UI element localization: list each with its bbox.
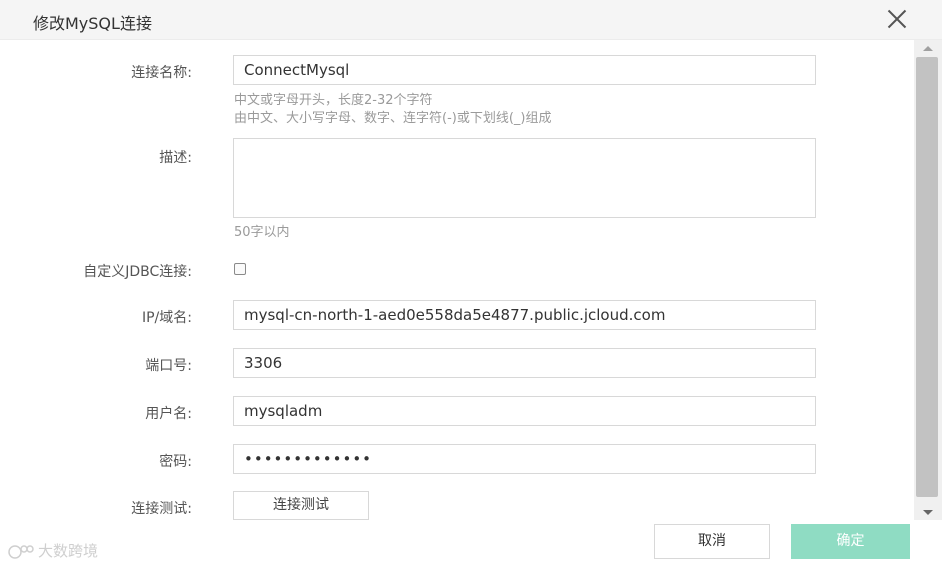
close-icon[interactable] [884,6,910,32]
test-connection-button[interactable]: 连接测试 [233,491,369,520]
dialog-footer: 大数跨境 取消 确定 [0,520,942,568]
description-hint: 50字以内 [234,225,290,240]
port-input[interactable]: 3306 [233,348,816,378]
connection-name-hint-1: 中文或字母开头，长度2-32个字符 [234,93,433,108]
connection-name-label: 连接名称: [131,65,192,81]
form-body: 连接名称: ConnectMysql 中文或字母开头，长度2-32个字符 由中文… [0,40,914,520]
host-label: IP/域名: [141,310,192,326]
connection-name-input[interactable]: ConnectMysql [233,55,816,85]
edit-mysql-connection-dialog: 修改MySQL连接 连接名称: ConnectMysql 中文或字母开头，长度2… [0,0,942,568]
password-input[interactable]: ••••••••••••• [233,444,816,474]
scroll-thumb[interactable] [916,57,938,497]
watermark: 大数跨境 [8,540,98,561]
watermark-text: 大数跨境 [38,542,99,560]
test-connection-label: 连接测试: [131,501,192,517]
cancel-button[interactable]: 取消 [654,524,770,559]
watermark-logo-icon [8,544,34,559]
scroll-up-arrow-icon[interactable] [923,46,933,51]
vertical-scrollbar[interactable] [914,40,942,520]
custom-jdbc-label: 自定义JDBC连接: [83,264,192,280]
description-textarea[interactable] [233,138,816,218]
username-label: 用户名: [145,406,192,422]
description-label: 描述: [159,150,192,166]
username-input[interactable]: mysqladm [233,396,816,426]
dialog-title: 修改MySQL连接 [33,14,152,33]
host-input[interactable]: mysql-cn-north-1-aed0e558da5e4877.public… [233,300,816,330]
connection-name-hint-2: 由中文、大小写字母、数字、连字符(-)或下划线(_)组成 [234,111,552,126]
dialog-header: 修改MySQL连接 [0,0,942,40]
scroll-down-arrow-icon[interactable] [923,510,933,515]
port-label: 端口号: [145,358,192,374]
password-label: 密码: [159,454,192,470]
custom-jdbc-checkbox[interactable] [234,263,246,275]
confirm-button[interactable]: 确定 [791,524,910,559]
